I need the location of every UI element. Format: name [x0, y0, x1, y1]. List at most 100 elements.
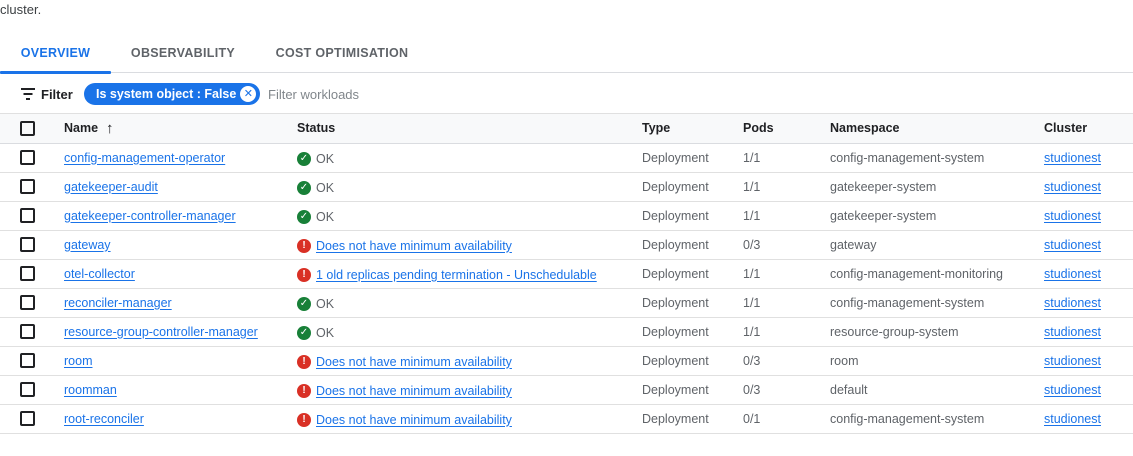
type-cell: Deployment	[642, 172, 743, 202]
status-cell: ! Does not have minimum availability	[297, 354, 512, 369]
tab-cost-optimisation[interactable]: COST OPTIMISATION	[264, 36, 420, 73]
table-row[interactable]: gatekeeper-controller-manager ✓ OK Deployme…	[0, 201, 1133, 231]
error-icon: !	[297, 267, 311, 282]
row-checkbox[interactable]	[20, 150, 35, 166]
column-header-pods[interactable]: Pods	[743, 114, 830, 144]
filter-workloads-input[interactable]	[262, 84, 582, 104]
status-cell: ! Does not have minimum availability	[297, 412, 512, 427]
type-cell: Deployment	[642, 404, 743, 434]
workload-name-link[interactable]: root-reconciler	[64, 412, 144, 426]
check-circle-icon: ✓	[297, 180, 311, 195]
workload-name-link[interactable]: roomman	[64, 383, 117, 397]
status-text: OK	[316, 325, 335, 340]
workload-name-link[interactable]: gatekeeper-controller-manager	[64, 209, 236, 223]
row-checkbox[interactable]	[20, 382, 35, 398]
namespace-cell: room	[830, 346, 1044, 376]
row-checkbox[interactable]	[20, 295, 35, 311]
workload-name-link[interactable]: resource-group-controller-manager	[64, 325, 258, 339]
status-link[interactable]: Does not have minimum availability	[316, 384, 512, 398]
workload-name-link[interactable]: reconciler-manager	[64, 296, 172, 310]
pods-cell: 1/1	[743, 259, 830, 289]
workload-name-link[interactable]: otel-collector	[64, 267, 135, 281]
table-row[interactable]: resource-group-controller-manager ✓ OK Depl…	[0, 317, 1133, 347]
close-icon[interactable]: ✕	[240, 86, 257, 102]
row-checkbox[interactable]	[20, 324, 35, 340]
namespace-cell: config-management-system	[830, 404, 1044, 434]
namespace-cell: config-management-system	[830, 143, 1044, 173]
status-text: OK	[316, 296, 335, 311]
cluster-link[interactable]: studionest	[1044, 151, 1101, 165]
type-cell: Deployment	[642, 230, 743, 260]
cluster-link[interactable]: studionest	[1044, 296, 1101, 310]
pods-cell: 1/1	[743, 317, 830, 347]
status-link[interactable]: Does not have minimum availability	[316, 355, 512, 369]
pods-cell: 1/1	[743, 288, 830, 318]
filter-chip[interactable]: Is system object : False ✕	[84, 83, 261, 105]
namespace-cell: config-management-system	[830, 288, 1044, 318]
filter-button[interactable]: Filter	[20, 84, 73, 104]
cluster-link[interactable]: studionest	[1044, 238, 1101, 252]
workload-name-link[interactable]: gateway	[64, 238, 111, 252]
check-circle-icon: ✓	[297, 325, 311, 340]
namespace-cell: gatekeeper-system	[830, 172, 1044, 202]
namespace-cell: config-management-monitoring	[830, 259, 1044, 289]
error-icon: !	[297, 238, 311, 253]
row-checkbox[interactable]	[20, 411, 35, 427]
status-cell: ! Does not have minimum availability	[297, 383, 512, 398]
status-text: OK	[316, 209, 335, 224]
table-row[interactable]: room ! Does not have minimum availability D…	[0, 346, 1133, 376]
filter-bar: Filter Is system object : False ✕	[0, 74, 1133, 114]
cluster-link[interactable]: studionest	[1044, 325, 1101, 339]
column-header-cluster[interactable]: Cluster	[1044, 114, 1133, 144]
column-header-type[interactable]: Type	[642, 114, 743, 144]
intro-text: cluster.	[0, 2, 42, 17]
sort-ascending-icon[interactable]: ↑	[106, 120, 114, 137]
table-row[interactable]: roomman! Does not have minimum availabili…	[0, 375, 1133, 405]
table-row[interactable]: gatekeeper-audit ✓ OK Deployment 1/1 gatekeep…	[0, 172, 1133, 202]
row-checkbox[interactable]	[20, 237, 35, 253]
table-row[interactable]: config-management-operator ✓ OK Deployment 1…	[0, 143, 1133, 173]
status-link[interactable]: Does not have minimum availability	[316, 239, 512, 253]
error-icon: !	[297, 383, 311, 398]
status-cell: ✓ OK	[297, 296, 335, 311]
table-row[interactable]: reconciler-manager ✓ OK Deployment 1/1 config…	[0, 288, 1133, 318]
row-checkbox[interactable]	[20, 208, 35, 224]
table-row[interactable]: root-reconciler ! Does not have minimum av…	[0, 404, 1133, 434]
error-icon: !	[297, 354, 311, 369]
row-checkbox[interactable]	[20, 266, 35, 282]
workload-name-link[interactable]: gatekeeper-audit	[64, 180, 158, 194]
tab-observability[interactable]: OBSERVABILITY	[122, 36, 244, 73]
select-all-checkbox[interactable]	[20, 120, 35, 136]
check-circle-icon: ✓	[297, 151, 311, 166]
type-cell: Deployment	[642, 201, 743, 231]
status-cell: ✓ OK	[297, 180, 334, 195]
status-link[interactable]: 1 old replicas pending termination - Uns…	[316, 268, 597, 282]
namespace-cell: gateway	[830, 230, 1044, 260]
cluster-link[interactable]: studionest	[1044, 267, 1101, 281]
cluster-link[interactable]: studionest	[1044, 383, 1101, 397]
workload-name-link[interactable]: room	[64, 354, 92, 368]
row-checkbox[interactable]	[20, 179, 35, 195]
status-link[interactable]: Does not have minimum availability	[316, 413, 512, 427]
status-cell: ! Does not have minimum availability	[297, 238, 512, 253]
column-header-name[interactable]: Name ↑	[64, 114, 297, 144]
workload-name-link[interactable]: config-management-operator	[64, 151, 225, 165]
pods-cell: 0/3	[743, 375, 830, 405]
namespace-cell: default	[830, 375, 1044, 405]
type-cell: Deployment	[642, 143, 743, 173]
row-checkbox[interactable]	[20, 353, 35, 369]
column-header-namespace[interactable]: Namespace	[830, 114, 1044, 144]
column-header-status[interactable]: Status	[297, 114, 642, 144]
cluster-link[interactable]: studionest	[1044, 209, 1101, 223]
type-cell: Deployment	[642, 259, 743, 289]
pods-cell: 1/1	[743, 201, 830, 231]
filter-chip-label: Is system object : False	[96, 87, 237, 101]
tab-overview[interactable]: OVERVIEW	[0, 36, 111, 74]
namespace-cell: resource-group-system	[830, 317, 1044, 347]
cluster-link[interactable]: studionest	[1044, 412, 1101, 426]
status-cell: ✓ OK	[297, 325, 335, 340]
table-row[interactable]: gateway! Does not have minimum availabili…	[0, 230, 1133, 260]
table-row[interactable]: otel-collector! 1 old replicas pending te…	[0, 259, 1133, 289]
cluster-link[interactable]: studionest	[1044, 180, 1101, 194]
cluster-link[interactable]: studionest	[1044, 354, 1101, 368]
